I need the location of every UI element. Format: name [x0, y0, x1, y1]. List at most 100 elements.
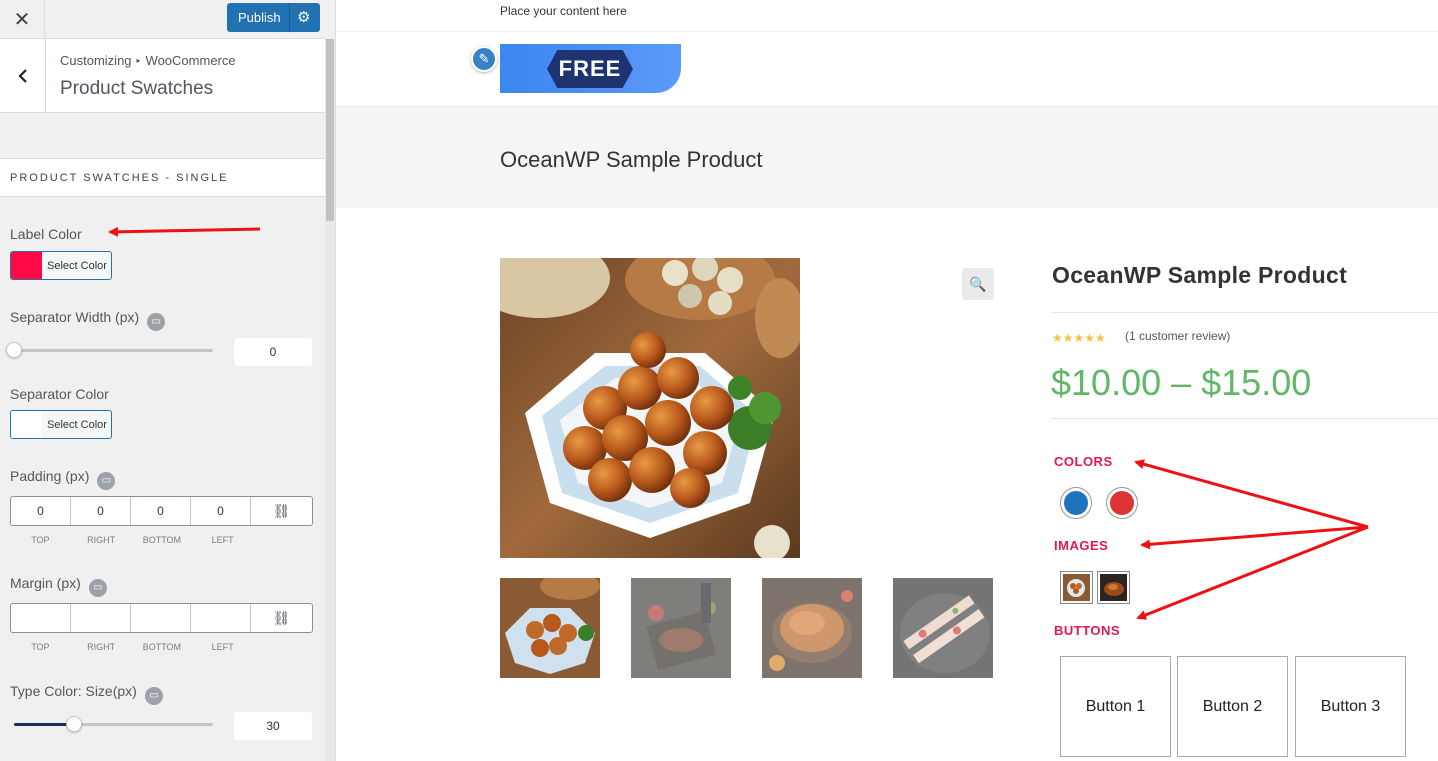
side-label-top: TOP	[31, 535, 50, 545]
padding-right-input[interactable]: 0	[71, 497, 131, 525]
back-button[interactable]	[0, 39, 46, 112]
responsive-monitor-icon[interactable]: ▭	[88, 579, 107, 597]
topbar-content-text: Place your content here	[500, 4, 627, 18]
customizer-sidebar: ✕ Publish ⚙ Customizing ▸ WooCommerce Prod…	[0, 0, 336, 761]
padding-top-input[interactable]: 0	[11, 497, 71, 525]
padding-inputs: 0 0 0 0 ⛓	[10, 496, 313, 526]
margin-right-input[interactable]	[71, 604, 131, 632]
margin-label-text: Margin (px)	[10, 575, 81, 591]
close-customizer-button[interactable]: ✕	[0, 0, 45, 38]
type-color-size-slider[interactable]	[14, 716, 213, 732]
gallery-thumbnail-3[interactable]	[762, 578, 862, 678]
image-swatch-2[interactable]	[1097, 571, 1130, 604]
padding-bottom-input[interactable]: 0	[131, 497, 191, 525]
responsive-monitor-icon[interactable]: ▭	[144, 687, 163, 705]
separator-width-slider[interactable]	[6, 342, 213, 358]
customizer-topbar: ✕ Publish ⚙	[0, 0, 325, 39]
margin-left-input[interactable]	[191, 604, 251, 632]
label-color-swatch[interactable]	[11, 252, 42, 279]
colors-attribute-label: COLORS	[1054, 454, 1113, 469]
side-label-left: LEFT	[211, 535, 234, 545]
button-swatch-1[interactable]: Button 1	[1060, 656, 1171, 757]
margin-top-input[interactable]	[11, 604, 71, 632]
breadcrumb-root: Customizing	[60, 53, 132, 68]
chevron-left-icon[interactable]	[17, 68, 29, 84]
free-badge: FREE	[547, 50, 633, 88]
margin-side-labels: TOP RIGHT BOTTOM LEFT	[10, 642, 253, 652]
site-preview: Place your content here ✎ FREE OceanWP S…	[336, 0, 1438, 761]
zoom-search-icon[interactable]: 🔍	[962, 268, 994, 300]
customer-review-link[interactable]: (1 customer review)	[1125, 329, 1230, 343]
product-price: $10.00 – $15.00	[1051, 362, 1312, 403]
edit-pencil-icon[interactable]: ✎	[471, 46, 497, 72]
button-swatch-2[interactable]: Button 2	[1177, 656, 1288, 757]
separator-width-slider-handle[interactable]	[6, 342, 22, 358]
publish-button[interactable]: Publish ⚙	[227, 3, 320, 32]
topbar-divider	[336, 31, 1438, 32]
page-header: OceanWP Sample Product	[336, 106, 1438, 208]
type-color-size-slider-handle[interactable]	[65, 716, 82, 732]
page-title: OceanWP Sample Product	[500, 147, 763, 172]
sidebar-scroll-thumb[interactable]	[326, 39, 334, 221]
separator-color-label: Separator Color	[10, 386, 109, 402]
color-swatch-red[interactable]	[1106, 487, 1138, 519]
product-title: OceanWP Sample Product	[1052, 262, 1348, 288]
separator-width-input[interactable]: 0	[234, 338, 312, 366]
separator-color-swatch[interactable]	[11, 411, 42, 438]
margin-inputs: ⛓	[10, 603, 313, 633]
side-label-bottom: BOTTOM	[142, 642, 182, 652]
product-main-image[interactable]	[500, 258, 800, 558]
margin-label: Margin (px) ▭	[10, 575, 107, 597]
section-title: Product Swatches	[60, 78, 214, 99]
gallery-thumbnail-2[interactable]	[631, 578, 731, 678]
padding-label: Padding (px) ▭	[10, 468, 116, 490]
publish-settings-gear-icon[interactable]: ⚙	[297, 8, 310, 26]
side-label-left: LEFT	[211, 642, 234, 652]
label-color-label: Label Color	[10, 226, 82, 242]
color-swatch-blue-fill[interactable]	[1064, 491, 1088, 515]
separator-color-button-text[interactable]: Select Color	[47, 419, 107, 431]
summary-divider-bottom	[1052, 418, 1438, 419]
side-label-right: RIGHT	[87, 535, 116, 545]
padding-left-input[interactable]: 0	[191, 497, 251, 525]
summary-divider-top	[1052, 312, 1438, 313]
images-attribute-label: IMAGES	[1054, 538, 1109, 553]
sidebar-scrollbar[interactable]	[325, 39, 335, 761]
breadcrumb-child: WooCommerce	[145, 53, 236, 68]
padding-side-labels: TOP RIGHT BOTTOM LEFT	[10, 535, 253, 545]
section-header: Customizing ▸ WooCommerce Product Swatches	[0, 39, 325, 113]
gallery-thumbnail-1[interactable]	[500, 578, 600, 678]
type-color-size-input[interactable]: 30	[234, 712, 312, 740]
buttons-attribute-label: BUTTONS	[1054, 623, 1121, 638]
responsive-monitor-icon[interactable]: ▭	[147, 313, 166, 331]
side-label-top: TOP	[31, 642, 50, 652]
publish-label[interactable]: Publish	[238, 10, 281, 25]
publish-divider	[289, 3, 290, 32]
label-color-picker-button[interactable]: Select Color	[10, 251, 112, 280]
separator-width-label-text: Separator Width (px)	[10, 309, 140, 325]
color-swatch-red-fill[interactable]	[1110, 491, 1134, 515]
star-rating[interactable]: ★★★★★	[1052, 331, 1106, 345]
gallery-thumbnail-4[interactable]	[893, 578, 993, 678]
margin-bottom-input[interactable]	[131, 604, 191, 632]
breadcrumb: Customizing ▸ WooCommerce	[60, 53, 236, 68]
panel-heading-text: PRODUCT SWATCHES - SINGLE	[10, 172, 229, 184]
label-color-button-text[interactable]: Select Color	[47, 260, 107, 272]
separator-width-label: Separator Width (px) ▭	[10, 309, 166, 331]
button-swatch-3[interactable]: Button 3	[1295, 656, 1406, 757]
type-color-size-label: Type Color: Size(px) ▭	[10, 683, 163, 705]
separator-color-picker-button[interactable]: Select Color	[10, 410, 112, 439]
padding-label-text: Padding (px)	[10, 468, 90, 484]
margin-unlink-icon[interactable]: ⛓	[251, 604, 312, 632]
free-banner-logo[interactable]: FREE	[500, 44, 681, 93]
breadcrumb-arrow-icon: ▸	[136, 56, 141, 65]
padding-unlink-icon[interactable]: ⛓	[251, 497, 312, 525]
responsive-monitor-icon[interactable]: ▭	[97, 472, 116, 490]
side-label-right: RIGHT	[87, 642, 116, 652]
type-color-size-label-text: Type Color: Size(px)	[10, 683, 137, 699]
panel-heading: PRODUCT SWATCHES - SINGLE	[0, 158, 325, 197]
side-label-bottom: BOTTOM	[142, 535, 182, 545]
type-color-size-slider-fill	[14, 723, 74, 726]
color-swatch-blue[interactable]	[1060, 487, 1092, 519]
image-swatch-1[interactable]	[1060, 571, 1093, 604]
